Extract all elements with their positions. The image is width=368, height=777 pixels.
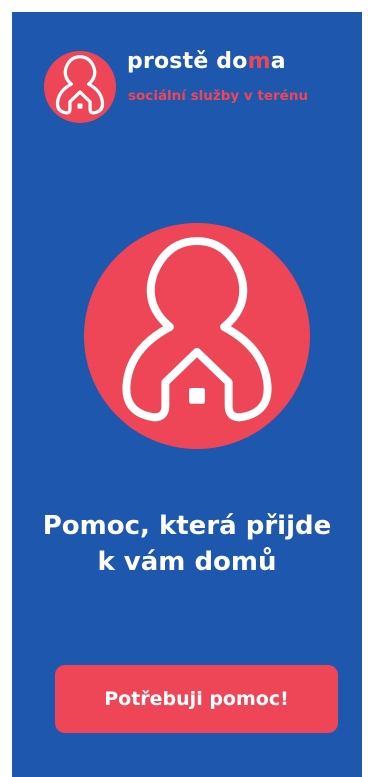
headline-line-1: Pomoc, která přijde [42, 511, 332, 541]
brand-name-part1: prostě do [127, 49, 248, 74]
headline: Pomoc, která přijde k vám domů [12, 508, 362, 580]
person-house-icon [44, 51, 116, 123]
headline-line-2: k vám domů [97, 547, 277, 577]
brand-name: prostě doma [127, 49, 286, 74]
brand-header: prostě doma sociální služby v terénu [44, 45, 344, 125]
app-screen: prostě doma sociální služby v terénu Pom… [0, 0, 368, 777]
brand-tagline: sociální služby v terénu [128, 88, 309, 104]
brand-name-highlight: m [247, 49, 271, 74]
brand-name-part2: a [270, 49, 286, 74]
need-help-button[interactable]: Potřebuji pomoc! [55, 665, 338, 733]
hero-person-house-icon [84, 223, 310, 449]
